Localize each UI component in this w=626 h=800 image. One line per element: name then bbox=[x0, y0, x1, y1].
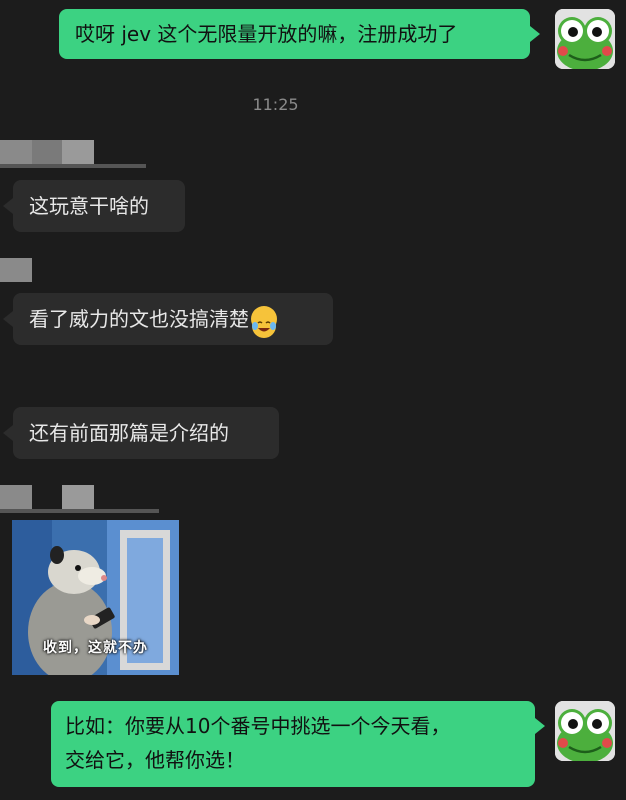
sticker-caption: 收到，这就不办 bbox=[43, 640, 148, 656]
message-text: 还有前面那篇是介绍的 bbox=[29, 421, 229, 445]
frog-avatar-icon[interactable] bbox=[555, 9, 615, 69]
incoming-bubble[interactable]: 看了威力的文也没搞清楚 bbox=[13, 293, 333, 345]
outgoing-bubble[interactable]: 比如：你要从10个番号中挑选一个今天看， 交给它，他帮你选！ bbox=[51, 701, 535, 787]
message-text: 哎呀 jev 这个无限量开放的嘛，注册成功了 bbox=[75, 22, 458, 46]
bubble-tail bbox=[3, 198, 13, 214]
incoming-bubble[interactable]: 这玩意干啥的 bbox=[13, 180, 185, 232]
message-text-line: 比如：你要从10个番号中挑选一个今天看， bbox=[65, 714, 451, 738]
frog-avatar-icon[interactable] bbox=[555, 701, 615, 761]
message-text: 这玩意干啥的 bbox=[29, 194, 149, 218]
incoming-bubble[interactable]: 还有前面那篇是介绍的 bbox=[13, 407, 279, 459]
sender-name-blurred bbox=[0, 258, 32, 282]
bubble-tail bbox=[3, 311, 13, 327]
bubble-tail bbox=[3, 425, 13, 441]
timestamp: 11:25 bbox=[252, 95, 299, 114]
outgoing-bubble[interactable]: 哎呀 jev 这个无限量开放的嘛，注册成功了 bbox=[59, 9, 530, 59]
message-text: 看了威力的文也没搞清楚 bbox=[29, 307, 249, 331]
opossum-sticker-image[interactable]: 收到，这就不办 bbox=[12, 520, 179, 675]
message-text-line: 交给它，他帮你选！ bbox=[65, 748, 245, 772]
face-with-tears-of-joy-icon bbox=[251, 305, 277, 338]
bubble-tail bbox=[530, 26, 540, 42]
bubble-tail bbox=[535, 718, 545, 734]
